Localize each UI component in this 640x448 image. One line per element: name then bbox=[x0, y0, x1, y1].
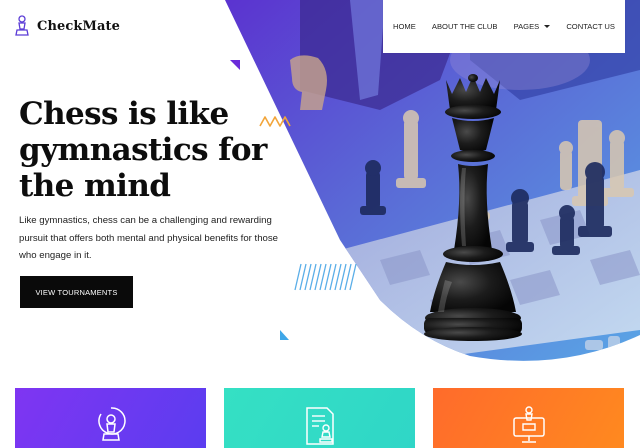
document-pawn-icon bbox=[305, 407, 334, 445]
main-nav: HOME ABOUT THE CLUB PAGES CONTACT US bbox=[383, 0, 625, 53]
brand-logo[interactable]: CheckMate bbox=[14, 15, 120, 37]
hero-title-line: gymnastics for bbox=[19, 132, 267, 168]
nav-item-contact[interactable]: CONTACT US bbox=[566, 22, 615, 31]
nav-item-about[interactable]: ABOUT THE CLUB bbox=[432, 22, 498, 31]
hero-title: Chess is like gymnastics for the mind bbox=[19, 96, 319, 204]
nav-item-label: PAGES bbox=[513, 22, 540, 31]
triangle-icon bbox=[230, 60, 240, 70]
nav-item-home[interactable]: HOME bbox=[393, 22, 416, 31]
brand-name: CheckMate bbox=[37, 18, 120, 34]
nav-item-label: CONTACT US bbox=[566, 22, 615, 31]
hero-description: Like gymnastics, chess can be a challeng… bbox=[19, 215, 279, 261]
chess-pawn-icon bbox=[15, 15, 29, 36]
hero-title-line: the mind bbox=[19, 168, 171, 204]
hero-title-line: Chess is like bbox=[19, 96, 229, 132]
feature-card[interactable] bbox=[433, 388, 624, 448]
nav-item-label: ABOUT THE CLUB bbox=[431, 22, 498, 31]
nav-item-pages[interactable]: PAGES bbox=[514, 22, 551, 31]
triangle-icon bbox=[280, 330, 289, 340]
view-tournaments-button[interactable]: VIEW TOURNAMENTS bbox=[20, 276, 133, 308]
pawn-target-icon bbox=[97, 407, 126, 441]
diagonal-lines-icon bbox=[294, 263, 357, 291]
feature-card[interactable] bbox=[224, 388, 415, 448]
caret-down-icon bbox=[544, 25, 551, 28]
nav-item-label: HOME bbox=[393, 22, 416, 31]
feature-card[interactable] bbox=[15, 388, 206, 448]
monitor-pawn-icon bbox=[512, 406, 545, 443]
